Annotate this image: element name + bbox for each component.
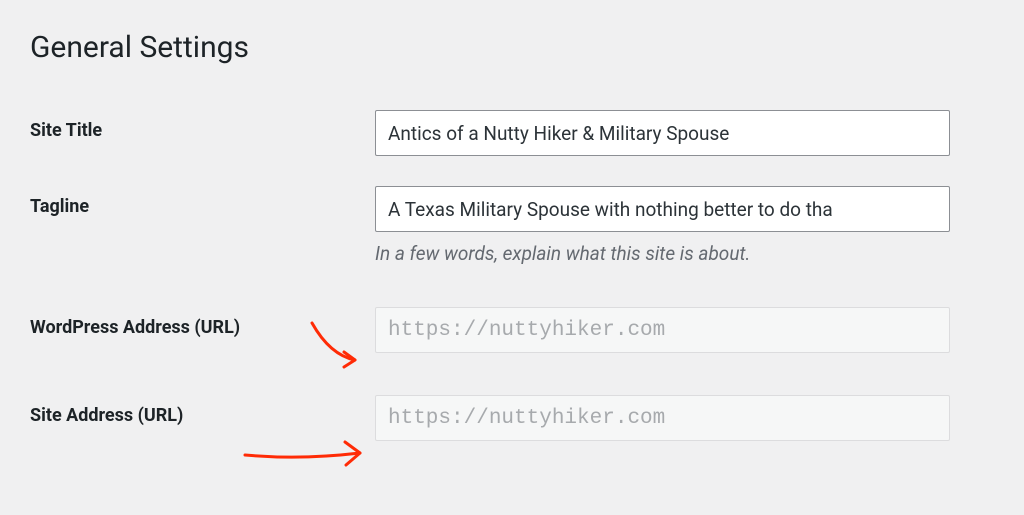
page-title: General Settings [30,30,994,65]
tagline-description: In a few words, explain what this site i… [375,242,994,265]
site-address-input [375,395,950,441]
row-site-title: Site Title [30,110,994,156]
row-site-address: Site Address (URL) [30,395,994,441]
site-title-label: Site Title [30,120,102,141]
row-tagline: Tagline In a few words, explain what thi… [30,186,994,265]
tagline-label: Tagline [30,196,89,217]
site-title-input[interactable] [375,110,950,156]
tagline-input[interactable] [375,186,950,232]
wordpress-address-input [375,307,950,353]
site-address-label: Site Address (URL) [30,405,183,426]
wordpress-address-label: WordPress Address (URL) [30,317,240,338]
row-wordpress-address: WordPress Address (URL) [30,307,994,353]
